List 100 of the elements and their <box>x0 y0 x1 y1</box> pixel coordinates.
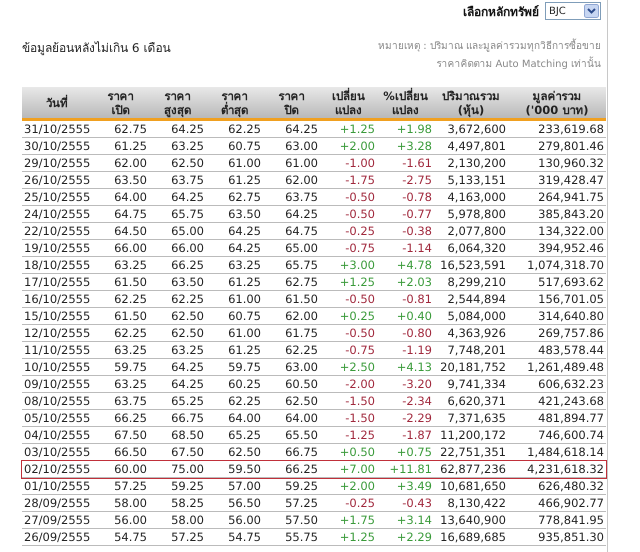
table-cell: 56.00 <box>92 512 149 528</box>
table-cell: 18/10/2555 <box>22 256 92 274</box>
table-cell: 66.25 <box>92 410 149 426</box>
table-cell: +4.13 <box>377 358 434 376</box>
table-cell: 269,757.86 <box>508 324 606 342</box>
table-cell: -0.75 <box>320 342 377 358</box>
table-cell: 67.50 <box>92 426 149 444</box>
table-cell: 66.75 <box>263 444 320 460</box>
table-cell: 62.75 <box>92 120 149 138</box>
security-dropdown[interactable]: BJC <box>545 2 601 20</box>
table-cell: 67.50 <box>149 444 206 460</box>
table-cell: 20,181,752 <box>434 358 508 376</box>
table-cell: 65.25 <box>149 392 206 410</box>
table-cell: 11,200,172 <box>434 426 508 444</box>
table-cell: 63.75 <box>263 188 320 206</box>
table-cell: 279,801.46 <box>508 138 606 154</box>
table-cell: 24/10/2555 <box>22 206 92 222</box>
table-cell: 65.00 <box>149 222 206 240</box>
remark-text: ราคาคิดตาม Auto Matching เท่านั้น <box>436 56 601 71</box>
column-header: เปลี่ยน แปลง <box>320 87 377 120</box>
table-cell: 10/10/2555 <box>22 358 92 376</box>
table-cell: -3.20 <box>377 376 434 392</box>
table-cell: 59.25 <box>149 478 206 494</box>
table-cell: 4,163,000 <box>434 188 508 206</box>
table-cell: 08/10/2555 <box>22 392 92 410</box>
table-cell: 62.25 <box>263 342 320 358</box>
table-cell: 264,941.75 <box>508 188 606 206</box>
table-cell: 68.50 <box>149 426 206 444</box>
table-cell: 57.25 <box>149 528 206 546</box>
table-cell: +0.25 <box>320 308 377 324</box>
table-cell: -0.25 <box>320 222 377 240</box>
table-cell: 64.25 <box>206 222 263 240</box>
column-header: ราคา เปิด <box>92 87 149 120</box>
table-cell: 1,484,618.14 <box>508 444 606 460</box>
table-cell: 626,480.32 <box>508 478 606 494</box>
table-cell: 483,578.44 <box>508 342 606 358</box>
table-cell: -1.50 <box>320 410 377 426</box>
table-cell: +3.28 <box>377 138 434 154</box>
table-cell: 61.50 <box>92 274 149 290</box>
table-cell: 62.25 <box>149 290 206 308</box>
table-cell: +2.00 <box>320 138 377 154</box>
table-cell: 61.50 <box>92 308 149 324</box>
table-cell: 16,523,591 <box>434 256 508 274</box>
table-cell: 16,689,685 <box>434 528 508 546</box>
column-header: ปริมาณรวม (หุ้น) <box>434 87 508 120</box>
table-cell: 62.50 <box>206 444 263 460</box>
table-cell: 1,074,318.70 <box>508 256 606 274</box>
table-cell: 385,843.20 <box>508 206 606 222</box>
table-cell: 66.25 <box>149 256 206 274</box>
table-cell: 30/10/2555 <box>22 138 92 154</box>
table-cell: 62.00 <box>263 308 320 324</box>
table-cell: 606,632.23 <box>508 376 606 392</box>
table-cell: 233,619.68 <box>508 120 606 138</box>
table-cell: -1.61 <box>377 154 434 172</box>
table-cell: 19/10/2555 <box>22 240 92 256</box>
table-cell: 62.00 <box>92 154 149 172</box>
table-cell: 62.50 <box>149 308 206 324</box>
table-cell: 62.50 <box>149 154 206 172</box>
table-cell: 64.25 <box>206 240 263 256</box>
table-cell: 65.25 <box>206 426 263 444</box>
table-cell: 2,130,200 <box>434 154 508 172</box>
table-cell: 314,640.80 <box>508 308 606 324</box>
column-header: มูลค่ารวม ('000 บาท) <box>508 87 606 120</box>
table-cell: 9,741,334 <box>434 376 508 392</box>
table-cell: 64.25 <box>149 358 206 376</box>
table-cell: 61.00 <box>263 154 320 172</box>
table-cell: 75.00 <box>149 460 206 478</box>
table-cell: 09/10/2555 <box>22 376 92 392</box>
table-cell: 62.75 <box>206 188 263 206</box>
table-cell: 66.25 <box>263 460 320 478</box>
table-cell: 22/10/2555 <box>22 222 92 240</box>
table-cell: 58.00 <box>92 494 149 512</box>
table-cell: -0.43 <box>377 494 434 512</box>
table-cell: 61.00 <box>206 324 263 342</box>
table-cell: -1.14 <box>377 240 434 256</box>
table-cell: 25/10/2555 <box>22 188 92 206</box>
table-cell: 156,701.05 <box>508 290 606 308</box>
table-cell: 59.75 <box>206 358 263 376</box>
table-cell: 56.00 <box>206 512 263 528</box>
table-cell: 66.75 <box>149 410 206 426</box>
table-cell: 61.00 <box>206 154 263 172</box>
table-cell: -2.00 <box>320 376 377 392</box>
table-cell: +2.29 <box>377 528 434 546</box>
column-header: ราคา สูงสุด <box>149 87 206 120</box>
table-cell: 61.75 <box>263 324 320 342</box>
table-cell: 11/10/2555 <box>22 342 92 358</box>
table-cell: 63.50 <box>206 206 263 222</box>
table-cell: -0.81 <box>377 290 434 308</box>
table-cell: 58.25 <box>149 494 206 512</box>
table-cell: +4.78 <box>377 256 434 274</box>
table-cell: 134,322.00 <box>508 222 606 240</box>
table-cell: 55.75 <box>263 528 320 546</box>
table-cell: 63.75 <box>92 392 149 410</box>
table-cell: 10,681,650 <box>434 478 508 494</box>
table-cell: -1.25 <box>320 426 377 444</box>
table-cell: 59.25 <box>263 478 320 494</box>
table-cell: 2,544,894 <box>434 290 508 308</box>
table-cell: 64.25 <box>149 188 206 206</box>
table-cell: 64.00 <box>92 188 149 206</box>
table-cell: +7.00 <box>320 460 377 478</box>
